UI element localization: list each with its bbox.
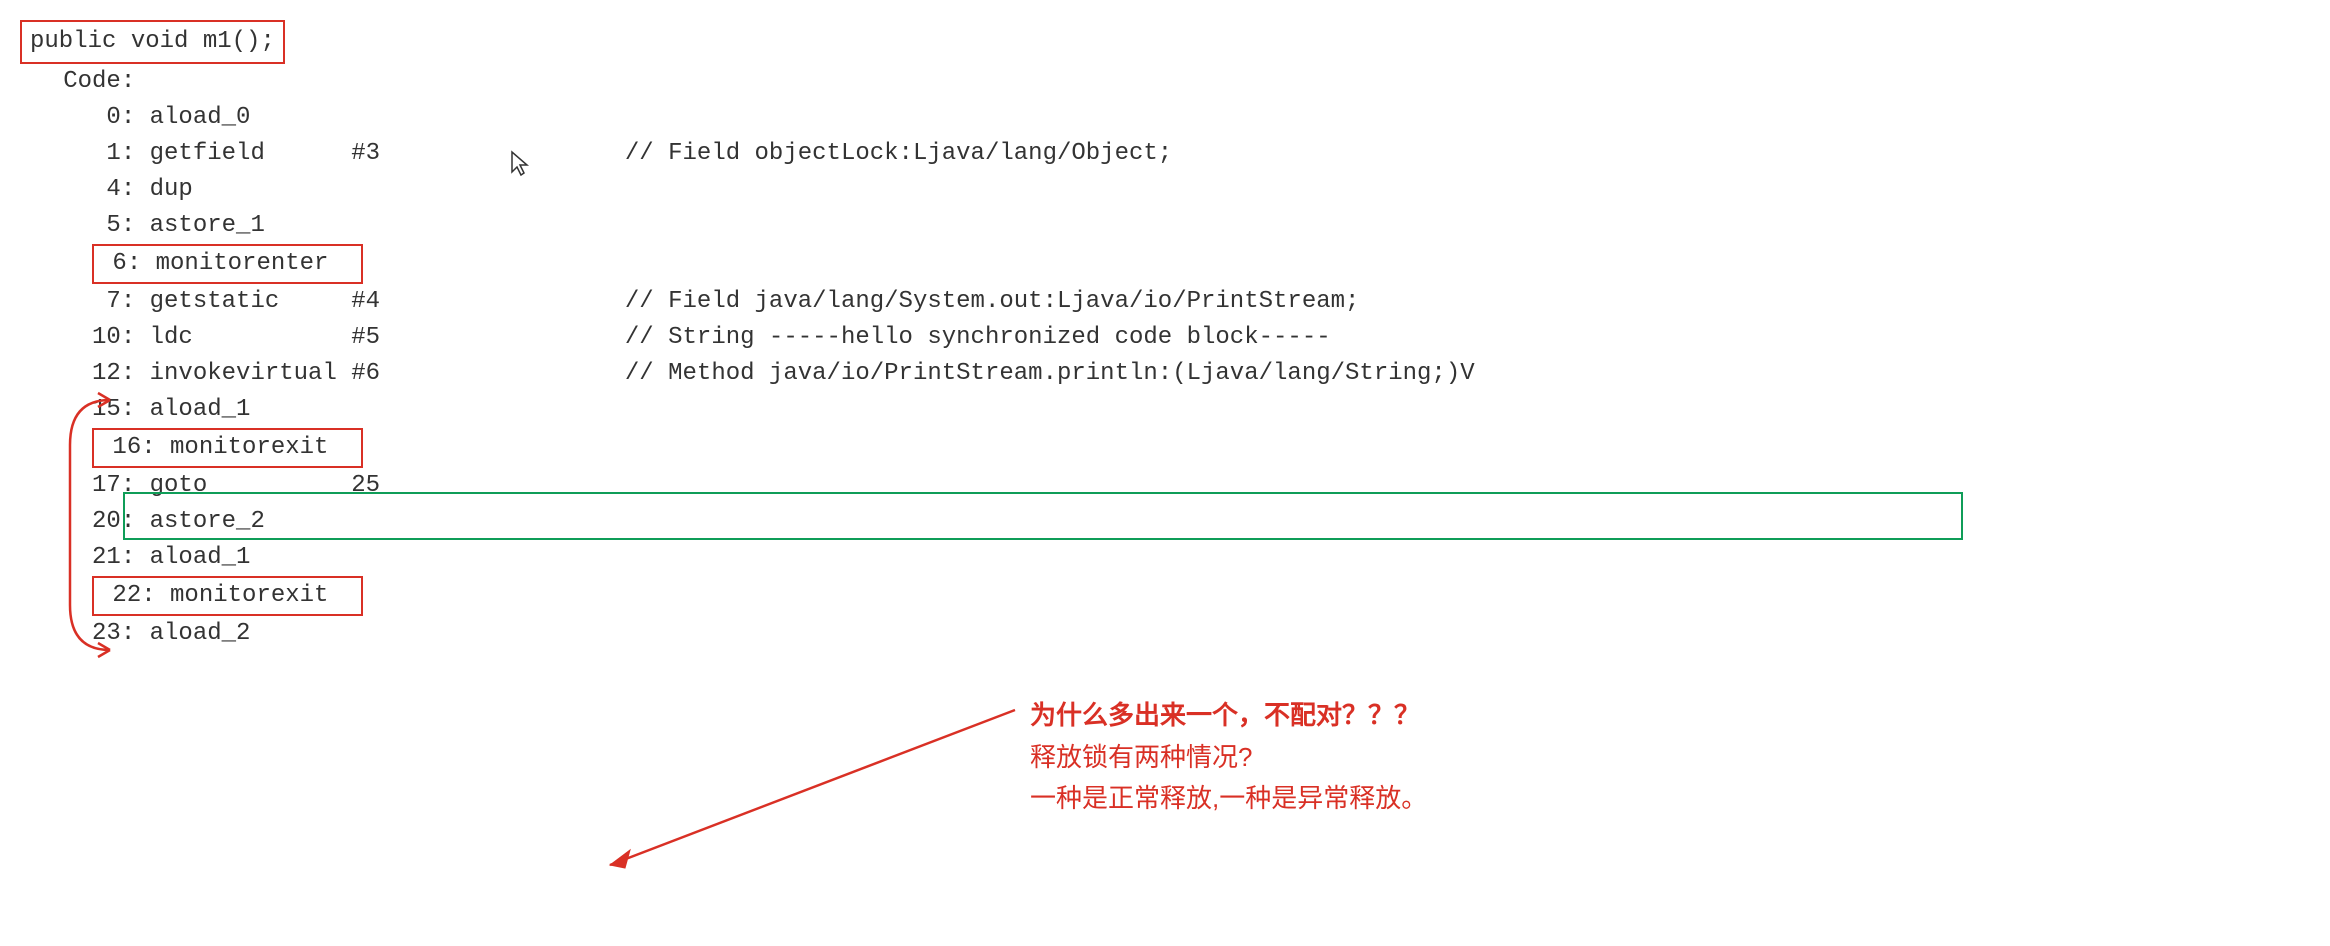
bytecode-comment: // Field objectLock:Ljava/lang/Object; [380, 140, 1172, 167]
bytecode-comment: // String -----hello synchronized code b… [380, 324, 1331, 351]
bytecode-line-20: 20: astore_2 [20, 504, 2310, 540]
bytecode-line-12: 12: invokevirtual #6 // Method java/io/P… [20, 356, 2310, 392]
bytecode-line-10: 10: ldc #5 // String -----hello synchron… [20, 320, 2310, 356]
bytecode-op: 12: invokevirtual #6 [20, 360, 380, 387]
bytecode-line-16: 16: monitorexit [20, 428, 2310, 468]
cursor-icon [510, 150, 530, 187]
bytecode-line-22: 22: monitorexit [20, 576, 2310, 616]
bytecode-op: 1: getfield #3 [20, 140, 380, 167]
bytecode-line-0: 0: aload_0 [20, 100, 2310, 136]
bytecode-comment: // Field java/lang/System.out:Ljava/io/P… [380, 288, 1359, 315]
bytecode-line-6: 6: monitorenter [20, 244, 2310, 284]
bytecode-line-23: 23: aload_2 [20, 616, 2310, 652]
bytecode-line-5: 5: astore_1 [20, 208, 2310, 244]
annotation-text: 为什么多出来一个，不配对？？？ 释放锁有两种情况? 一种是正常释放,一种是异常释… [1030, 695, 1427, 820]
annotation-question: 为什么多出来一个，不配对？？？ [1030, 695, 1427, 737]
monitorexit-box-2: 22: monitorexit [92, 576, 363, 616]
bytecode-op: 10: ldc #5 [20, 324, 380, 351]
bytecode-line-4: 4: dup [20, 172, 2310, 208]
method-signature-line: public void m1(); [20, 20, 2310, 64]
annotation-arrow-icon [595, 700, 1025, 880]
bytecode-listing: public void m1(); Code: 0: aload_0 1: ge… [20, 20, 2310, 652]
monitorenter-box: 6: monitorenter [92, 244, 363, 284]
bytecode-line-15: 15: aload_1 [20, 392, 2310, 428]
bytecode-line-17: 17: goto 25 [20, 468, 2310, 504]
bytecode-line-21: 21: aload_1 [20, 540, 2310, 576]
bytecode-comment: // Method java/io/PrintStream.println:(L… [380, 360, 1475, 387]
annotation-line-3: 一种是正常释放,一种是异常释放。 [1030, 778, 1427, 820]
bytecode-line-7: 7: getstatic #4 // Field java/lang/Syste… [20, 284, 2310, 320]
monitorexit-box-1: 16: monitorexit [92, 428, 363, 468]
code-label: Code: [20, 64, 2310, 100]
method-signature-box: public void m1(); [20, 20, 285, 64]
bytecode-line-1: 1: getfield #3 // Field objectLock:Ljava… [20, 136, 2310, 172]
bytecode-op: 7: getstatic #4 [20, 288, 380, 315]
annotation-line-2: 释放锁有两种情况? [1030, 737, 1427, 779]
